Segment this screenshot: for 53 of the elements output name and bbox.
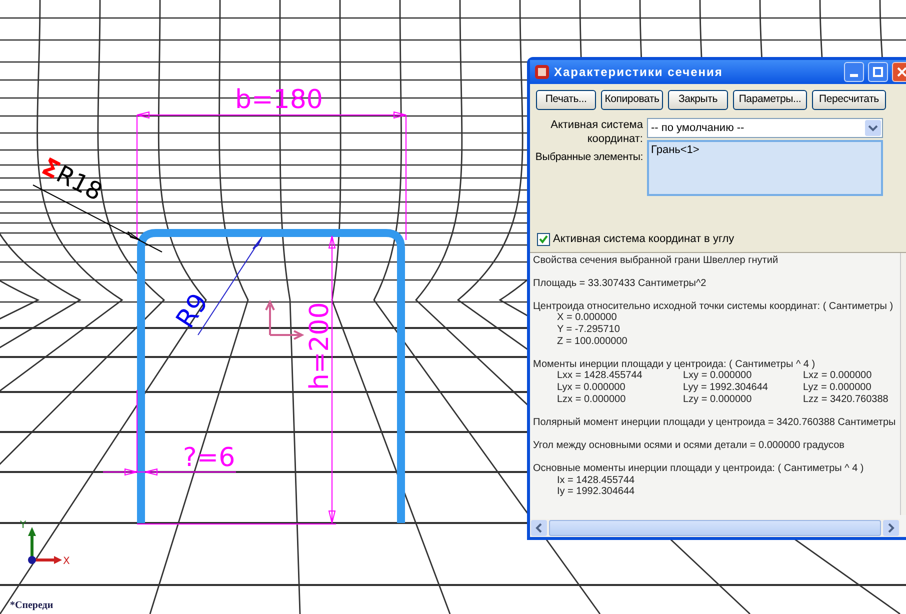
report-value: Lyy = 1992.304644 [683, 382, 769, 394]
report-line: Iy = 1992.304644 [556, 486, 636, 498]
list-item[interactable]: Грань<1> [651, 142, 879, 158]
dimension-label: h=200 [305, 302, 335, 390]
horizontal-scrollbar[interactable] [530, 519, 900, 537]
maximize-icon [873, 67, 883, 77]
report-value: Lzx = 0.000000 [557, 394, 627, 406]
minimize-icon [850, 74, 858, 77]
close-button[interactable] [892, 62, 906, 82]
report-line: Центроида относительно исходной точки системы координат: ( Сантиметры ) [533, 300, 894, 312]
report-value: Lyx = 0.000000 [557, 382, 626, 394]
report-value: Lxz = 0.000000 [803, 370, 873, 382]
toolbar-button[interactable]: Копировать [601, 90, 663, 110]
toolbar-button[interactable]: Печать... [536, 90, 596, 110]
report-value: Lxx = 1428.455744 [557, 370, 644, 382]
report-line: Площадь = 33.307433 Сантиметры^2 [533, 278, 708, 290]
report-line: Основные моменты инерции площади у центроида: ( Сантиметры ^ 4 ) [533, 463, 865, 475]
maximize-button[interactable] [868, 62, 888, 82]
toolbar-button[interactable]: Параметры... [733, 90, 807, 110]
scroll-right-icon[interactable] [883, 520, 899, 536]
app-logo-icon [534, 64, 550, 80]
checkbox-label: Активная система координат в углу [553, 232, 734, 247]
field-label: Активная система координат: [550, 118, 644, 146]
report-line: X = 0.000000 [556, 312, 618, 324]
axis-label: X [63, 556, 70, 567]
coordinate-system-dropdown[interactable]: -- по умолчанию -- [647, 118, 883, 138]
report-value: Lzz = 3420.760388 [803, 394, 890, 406]
window-title: Характеристики сечения [554, 64, 724, 81]
checkbox[interactable] [537, 232, 550, 246]
toolbar-button[interactable]: Пересчитать [812, 90, 886, 110]
axis-triad-icon [28, 527, 62, 564]
report-value: Lyz = 0.000000 [803, 382, 872, 394]
dimension-label: Σ R18 [37, 152, 107, 206]
report-value: Lxy = 0.000000 [683, 370, 753, 382]
toolbar-button[interactable]: Закрыть [668, 90, 728, 110]
view-name: *Спереди [10, 599, 54, 613]
report-line: Y = -7.295710 [556, 324, 621, 336]
scroll-left-icon[interactable] [531, 520, 547, 536]
report-line: Свойства сечения выбранной грани Швеллер гнутий [533, 254, 780, 266]
dimension-label: R9 [170, 288, 215, 334]
report-line: Моменты инерции площади у центроида: ( Сантиметры ^ 4 ) [533, 358, 816, 370]
centroid-axes-icon [265, 300, 304, 340]
report-line: Угол между основными осями и осями детали = 0.000000 градусов [533, 440, 846, 452]
selected-elements-list[interactable]: Грань<1> [647, 140, 883, 196]
scrollbar-thumb[interactable] [549, 520, 881, 536]
minimize-button[interactable] [844, 62, 864, 82]
report-line: Z = 100.000000 [556, 336, 628, 348]
report-line: Полярный момент инерции площади у центроида = 3420.760388 Сантиметры [533, 416, 897, 428]
field-label: Выбранные элементы: [534, 150, 644, 165]
report-value: Lzy = 0.000000 [683, 394, 753, 406]
report-line: Ix = 1428.455744 [556, 474, 636, 486]
close-icon [897, 67, 906, 77]
dropdown-value: -- по умолчанию -- [650, 120, 746, 136]
